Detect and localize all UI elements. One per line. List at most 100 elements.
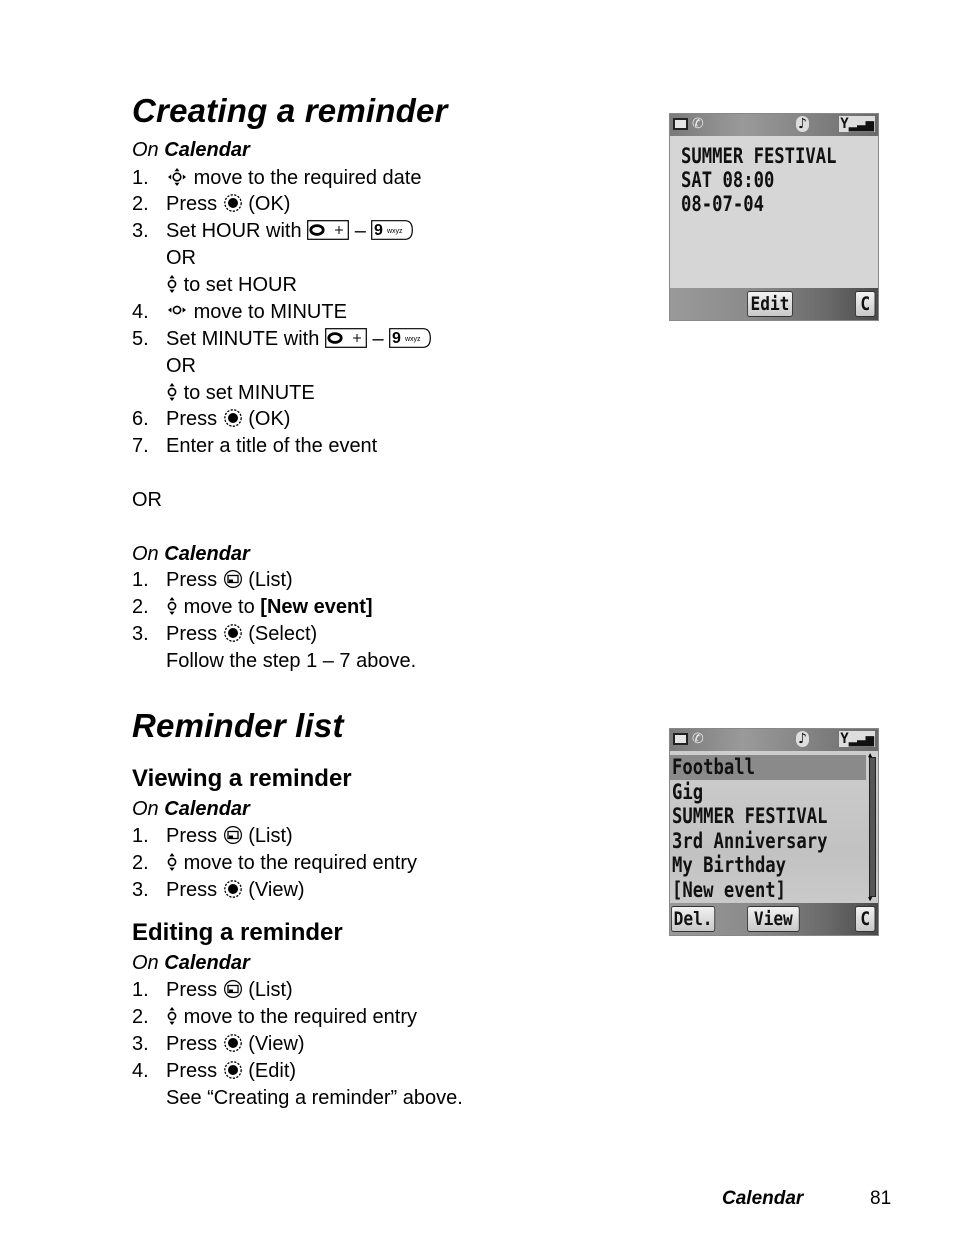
step-prefix: Press <box>166 979 218 1001</box>
list-item[interactable]: Gig <box>670 780 866 805</box>
step-prefix: Press <box>166 193 218 215</box>
center-select-icon <box>223 879 243 899</box>
step-3: 3. Set HOUR with – <box>132 219 413 243</box>
step-prefix: Press <box>166 1033 218 1055</box>
step-text: move to the required date <box>193 167 422 189</box>
step-7: 7. Enter a title of the event <box>132 434 377 458</box>
reminder-list: Football Gig SUMMER FESTIVAL 3rd Anniver… <box>670 755 866 902</box>
nav-updown-icon <box>166 596 178 616</box>
key-9-icon <box>371 220 413 240</box>
step-text: (OK) <box>248 193 291 215</box>
list-item-label: Gig <box>672 779 704 804</box>
step-text: move to <box>183 596 255 618</box>
step-prefix: Press <box>166 623 218 645</box>
list-item-label: Football <box>672 755 755 779</box>
step-prefix: Press <box>166 825 218 847</box>
ringtone-icon: ♪ <box>796 731 809 747</box>
list-key-icon <box>223 825 243 845</box>
step-text: (View) <box>248 1033 305 1055</box>
step-text: move to the required entry <box>183 1006 418 1028</box>
viewing-step-2: 2. move to the required entry <box>132 851 417 875</box>
scrollbar[interactable]: ▲ ▼ <box>868 752 876 903</box>
softkey-edit[interactable]: Edit <box>747 291 793 317</box>
nav-updown-icon <box>166 382 178 402</box>
step-text: (Select) <box>248 623 318 645</box>
viewing-step-3: 3. Press (View) <box>132 878 305 902</box>
or-separator: OR <box>132 489 162 511</box>
editing-step-2: 2. move to the required entry <box>132 1005 417 1029</box>
status-bar: ✆ ♪ Y▂▃▅ <box>670 114 878 136</box>
nav-4way-icon <box>166 167 188 187</box>
event-title: SUMMER FESTIVAL <box>681 144 837 168</box>
step-prefix: Set HOUR with <box>166 220 302 242</box>
alt-step-3: 3. Press (Select) <box>132 622 317 646</box>
step-text: move to the required entry <box>183 852 418 874</box>
signal-strength-icon: Y▂▃▅ <box>839 116 875 132</box>
softkey-clear[interactable]: C <box>855 291 876 317</box>
softkey-delete[interactable]: Del. <box>671 906 716 932</box>
nav-updown-icon <box>166 852 178 872</box>
context-app: Calendar <box>164 798 250 820</box>
step-number: 3. <box>132 220 149 242</box>
step-prefix: Press <box>166 408 218 430</box>
range-dash: – <box>372 328 384 350</box>
step-number: 2. <box>132 596 149 618</box>
subsection-title-viewing: Viewing a reminder <box>132 765 352 792</box>
step-number: 1. <box>132 569 149 591</box>
step-3-alt: to set HOUR <box>132 273 297 297</box>
event-time: SAT 08:00 <box>681 168 775 192</box>
phone-screen-event-detail: ✆ ♪ Y▂▃▅ SUMMER FESTIVAL SAT 08:00 08-07… <box>669 113 879 321</box>
nav-updown-icon <box>166 1006 178 1026</box>
step-number: 4. <box>132 301 149 323</box>
softkey-clear[interactable]: C <box>855 906 876 932</box>
context-line: On Calendar <box>132 138 250 162</box>
step-5: 5. Set MINUTE with – <box>132 327 431 351</box>
context-app: Calendar <box>164 139 250 161</box>
editing-step-4-note: See “Creating a reminder” above. <box>132 1086 463 1110</box>
scroll-down-arrow-icon: ▼ <box>868 895 873 903</box>
list-key-icon <box>223 979 243 999</box>
page-number: 81 <box>870 1188 892 1209</box>
step-prefix: Press <box>166 569 218 591</box>
event-detail-content: SUMMER FESTIVAL SAT 08:00 08-07-04 <box>670 136 878 216</box>
softkey-view[interactable]: View <box>747 906 800 932</box>
step-target: [New event] <box>260 596 373 618</box>
step-number: 1. <box>132 167 149 189</box>
context-on: On <box>132 952 159 974</box>
list-item[interactable]: SUMMER FESTIVAL <box>670 804 866 829</box>
line1-icon: ✆ <box>692 731 704 747</box>
context-on: On <box>132 543 159 565</box>
step-number: 3. <box>132 623 149 645</box>
or-text: OR <box>166 247 196 269</box>
battery-icon <box>673 118 688 130</box>
step-2: 2. Press (OK) <box>132 192 290 216</box>
softkey-bar: Del. View C <box>670 903 878 935</box>
list-item[interactable]: [New event] <box>670 878 866 903</box>
editing-step-4: 4. Press (Edit) <box>132 1059 296 1083</box>
editing-step-3: 3. Press (View) <box>132 1032 305 1056</box>
step-number: 3. <box>132 879 149 901</box>
viewing-context-line: On Calendar <box>132 797 250 821</box>
step-number: 2. <box>132 193 149 215</box>
alt-step-2: 2. move to [New event] <box>132 595 373 619</box>
alt-step-3-note: Follow the step 1 – 7 above. <box>132 649 416 673</box>
step-number: 4. <box>132 1060 149 1082</box>
key-0-icon <box>325 328 367 348</box>
list-item-selected[interactable]: Football <box>670 755 866 780</box>
section-title-reminder-list: Reminder list <box>132 707 344 744</box>
list-item[interactable]: My Birthday <box>670 853 866 878</box>
step-text: (List) <box>248 825 293 847</box>
scrollbar-thumb[interactable] <box>870 758 875 896</box>
editing-context-line: On Calendar <box>132 951 250 975</box>
step-number: 5. <box>132 328 149 350</box>
list-item[interactable]: 3rd Anniversary <box>670 829 866 854</box>
step-5-or: OR <box>132 354 196 378</box>
step-1: 1. move to the required date <box>132 166 421 190</box>
nav-updown-icon <box>166 274 178 294</box>
center-select-icon <box>223 408 243 428</box>
step-text: Enter a title of the event <box>166 435 378 457</box>
step-number: 1. <box>132 825 149 847</box>
list-item-label: [New event] <box>672 877 787 902</box>
alt-context-line: On Calendar <box>132 542 250 566</box>
nav-leftright-icon <box>166 303 188 317</box>
